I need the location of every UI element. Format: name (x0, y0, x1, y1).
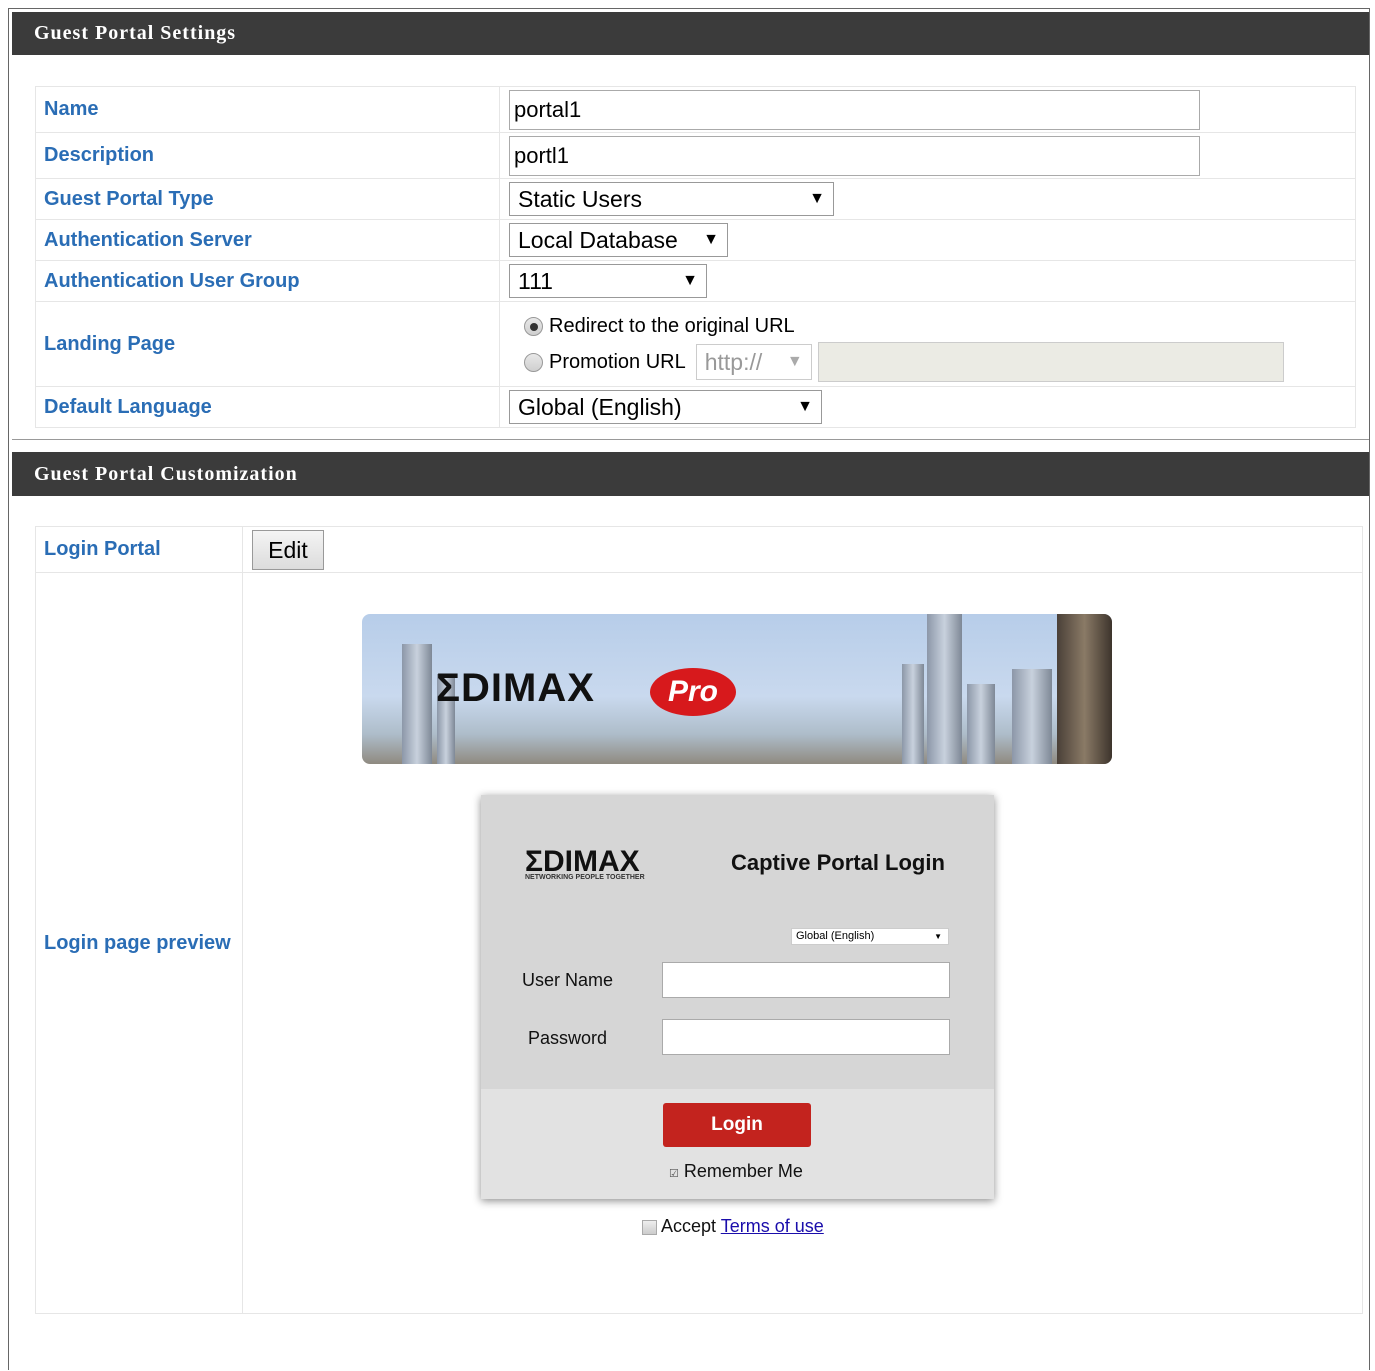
name-input[interactable]: portal1 (509, 89, 1200, 130)
chevron-down-icon: ▼ (682, 272, 698, 289)
description-input[interactable]: portl1 (509, 135, 1200, 176)
default-language-value: Global (English) (518, 393, 682, 420)
card-tagline: NETWORKING PEOPLE TOGETHER (525, 874, 645, 881)
login-portal-label: Login Portal (35, 526, 243, 573)
portal-type-label: Guest Portal Type (35, 178, 500, 220)
redirect-radio[interactable] (524, 316, 543, 336)
card-language-select[interactable]: Global (English) ▼ (791, 928, 949, 945)
banner-logo: ΣDIMAX (436, 666, 595, 710)
auth-server-label: Authentication Server (35, 219, 500, 261)
customization-header: Guest Portal Customization (12, 452, 1369, 496)
chevron-down-icon: ▼ (786, 353, 803, 370)
banner-pro-badge: Pro (650, 668, 736, 716)
promotion-radio[interactable] (524, 352, 543, 372)
promotion-label: Promotion URL (549, 350, 686, 373)
username-label: User Name (522, 970, 614, 990)
landing-page-label: Landing Page (35, 301, 500, 387)
settings-table: Name portal1 Description portl1 Guest Po… (35, 86, 1356, 428)
portal-type-select[interactable]: Static Users ▼ (509, 182, 834, 216)
password-input[interactable] (662, 1019, 950, 1055)
auth-server-select[interactable]: Local Database ▼ (509, 223, 728, 257)
preview-label: Login page preview (35, 572, 243, 1314)
accept-label: Accept (661, 1216, 717, 1236)
description-label: Description (35, 132, 500, 179)
login-button[interactable]: Login (663, 1103, 811, 1147)
auth-group-label: Authentication User Group (35, 260, 500, 302)
promotion-protocol-select[interactable]: http:// ▼ (695, 344, 812, 380)
chevron-down-icon: ▼ (934, 932, 942, 941)
banner-image: ΣDIMAX Pro (362, 614, 1112, 764)
remember-me-label: Remember Me (683, 1161, 803, 1181)
redirect-label: Redirect to the original URL (549, 314, 795, 337)
promotion-protocol-value: http:// (704, 348, 763, 375)
username-input[interactable] (662, 962, 950, 998)
customization-table: Login Portal Edit Login page preview ΣDI… (35, 526, 1363, 1314)
accept-terms-row: Accept Terms of use (642, 1216, 824, 1237)
chevron-down-icon: ▼ (797, 398, 813, 415)
default-language-select[interactable]: Global (English) ▼ (509, 390, 822, 424)
card-title: Captive Portal Login (731, 850, 945, 875)
login-preview: ΣDIMAX Pro ΣDIMAX NETWORKING PEOPLE TOGE… (243, 573, 1362, 1313)
login-card: ΣDIMAX NETWORKING PEOPLE TOGETHER Captiv… (481, 795, 994, 1199)
password-label: Password (528, 1028, 608, 1048)
accept-terms-checkbox[interactable] (642, 1219, 657, 1235)
auth-group-value: 111 (518, 267, 553, 294)
card-language-value: Global (English) (796, 930, 875, 942)
chevron-down-icon: ▼ (703, 231, 719, 248)
remember-me-row: ☑ Remember Me (669, 1161, 803, 1182)
name-label: Name (35, 86, 500, 133)
default-language-label: Default Language (35, 386, 500, 428)
promotion-url-input[interactable] (817, 342, 1284, 382)
chevron-down-icon: ▼ (809, 190, 825, 207)
terms-of-use-link[interactable]: Terms of use (721, 1216, 824, 1236)
edit-button[interactable]: Edit (252, 529, 324, 570)
auth-server-value: Local Database (518, 226, 678, 253)
settings-header: Guest Portal Settings (12, 12, 1369, 55)
portal-type-value: Static Users (518, 185, 642, 212)
auth-group-select[interactable]: 111 ▼ (509, 264, 707, 298)
remember-me-checkbox[interactable]: ☑ (669, 1168, 679, 1180)
